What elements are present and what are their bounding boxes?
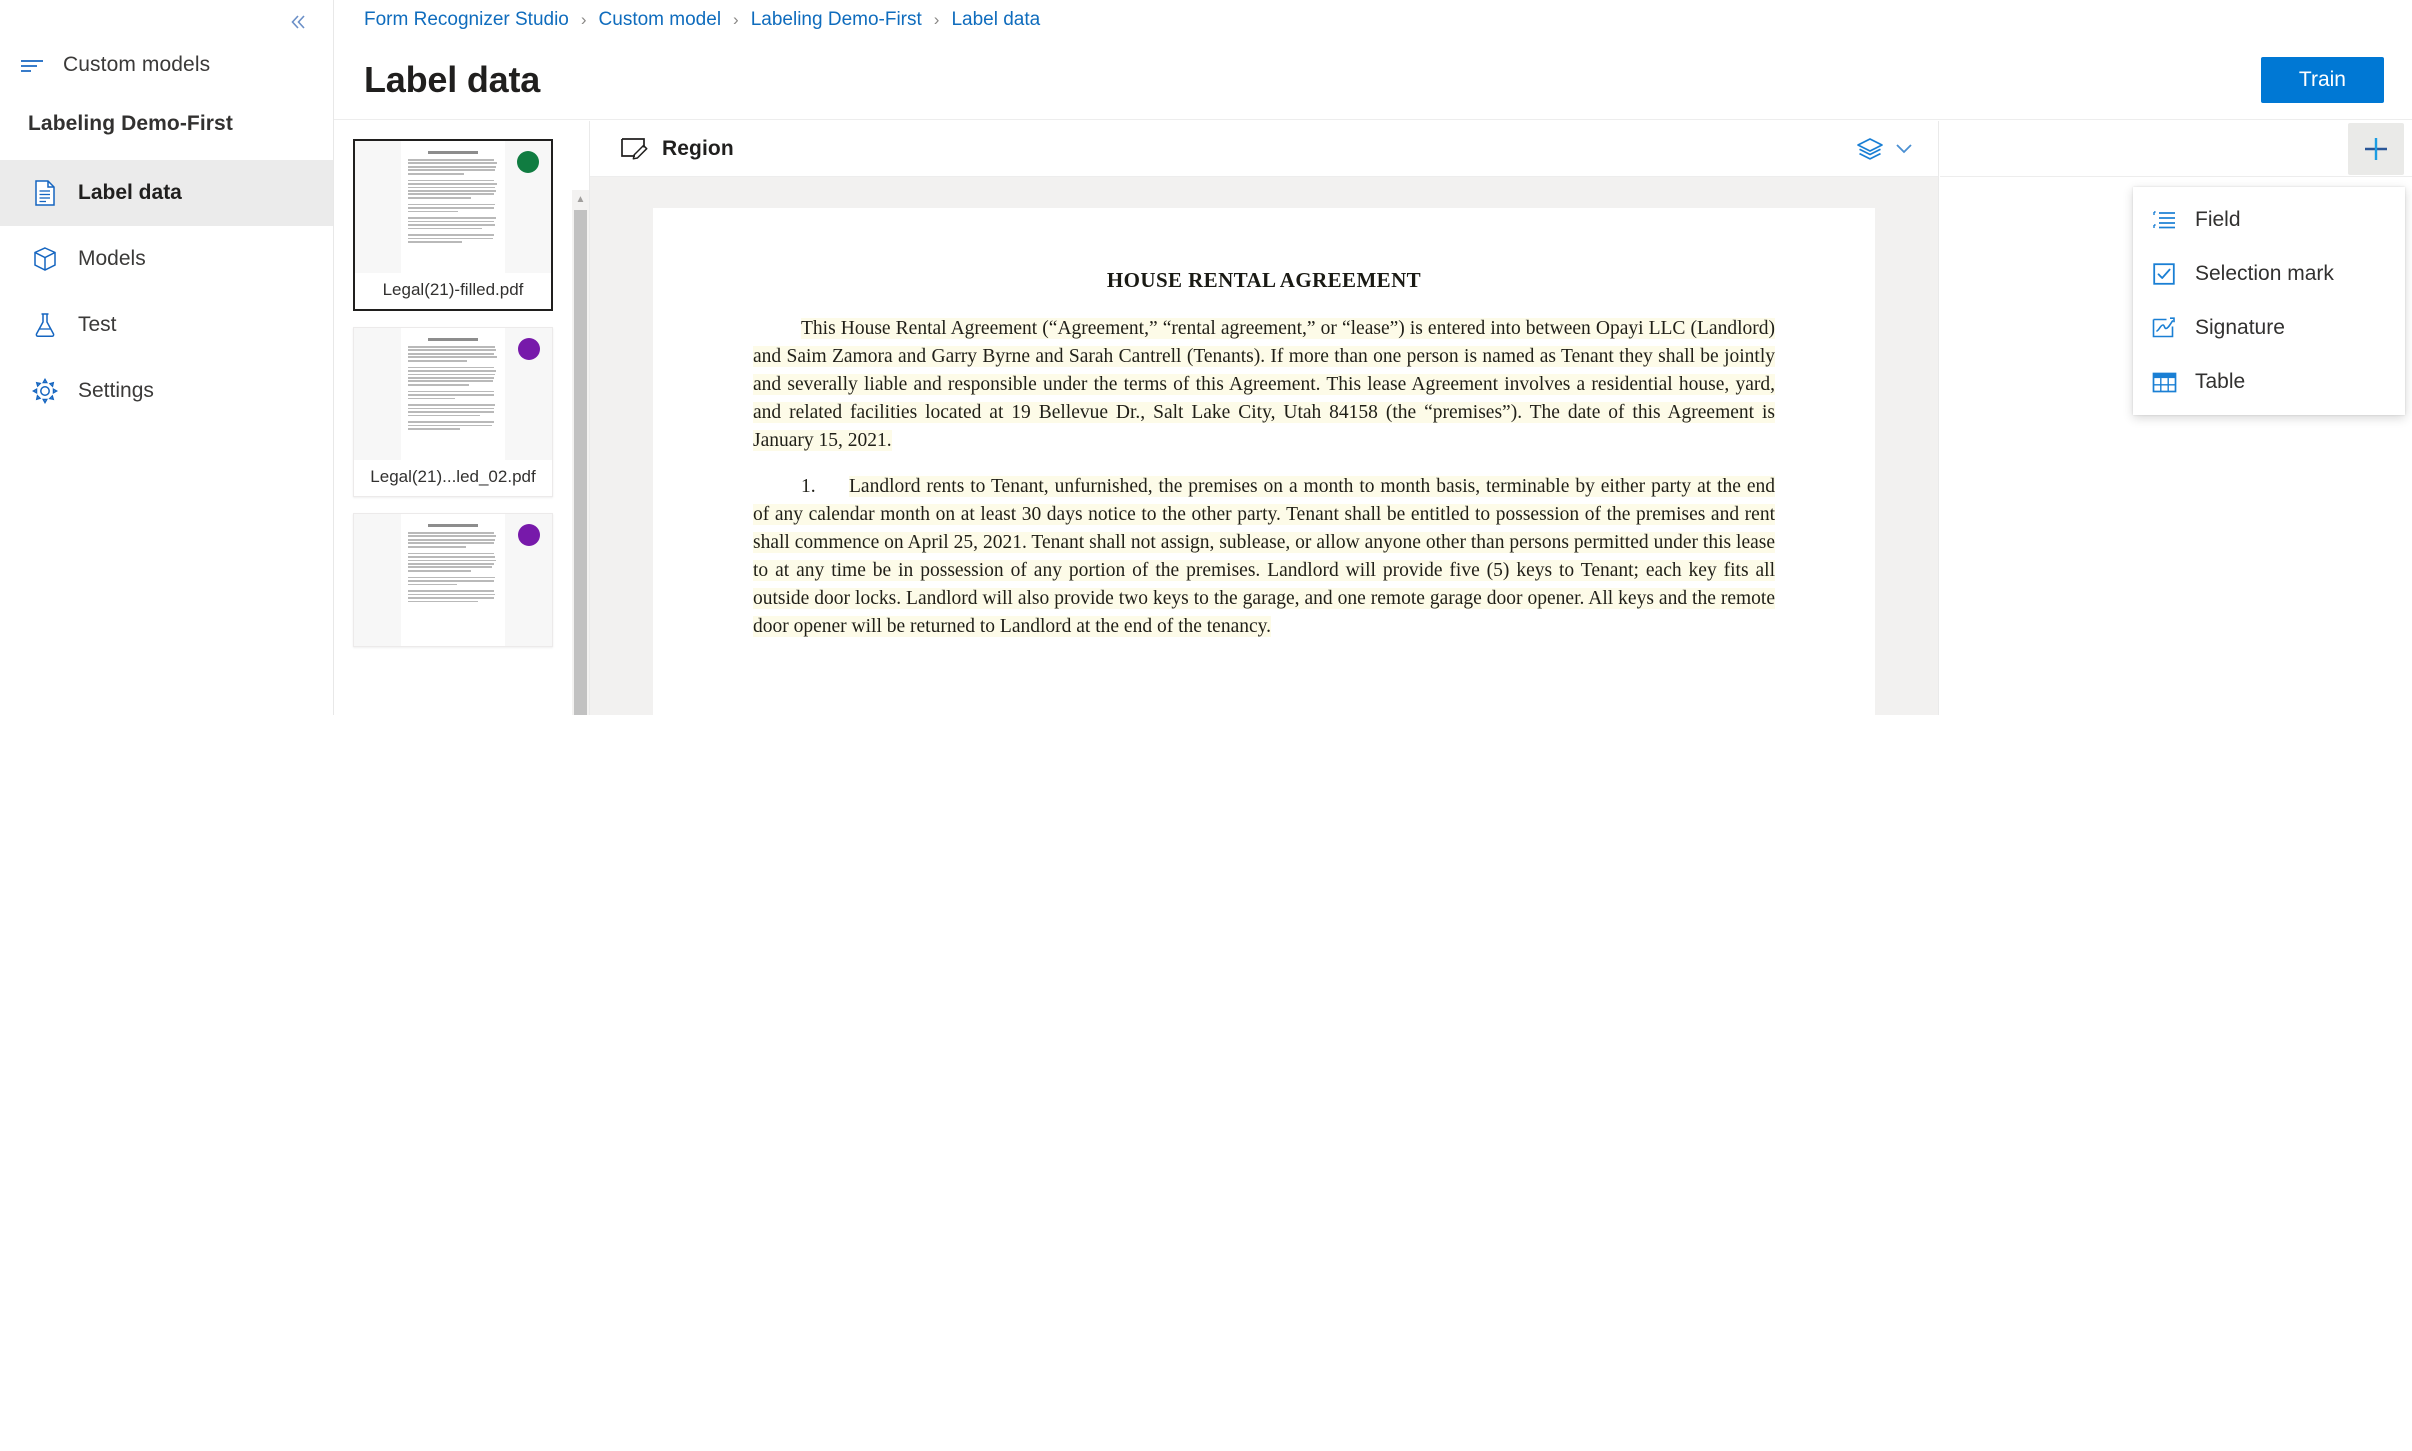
menu-item-selection-mark[interactable]: Selection mark	[2133, 247, 2405, 301]
custom-models-nav[interactable]: Custom models	[0, 44, 333, 86]
document-clause: 1. Landlord rents to Tenant, unfurnished,…	[753, 473, 1775, 641]
region-tool-label: Region	[662, 136, 734, 160]
breadcrumb-item-0[interactable]: Form Recognizer Studio	[364, 9, 569, 31]
sidebar-item-models[interactable]: Models	[0, 226, 333, 292]
breadcrumb-item-2[interactable]: Labeling Demo-First	[751, 9, 922, 31]
chevron-down-icon	[1892, 140, 1916, 158]
page-header: Label data Train	[334, 40, 2412, 120]
thumbnail-scrollbar[interactable]: ▲	[572, 190, 589, 715]
left-sidebar: Custom models Labeling Demo-First Label …	[0, 0, 334, 715]
page-title: Label data	[364, 58, 541, 100]
label-panel-toolbar	[1940, 121, 2412, 177]
form-recognizer-studio-app: Custom models Labeling Demo-First Label …	[0, 0, 2412, 1451]
scrollbar-thumb[interactable]	[574, 210, 587, 715]
signature-icon	[2151, 315, 2177, 341]
document-viewer: Region HOUSE RENTAL AGREEMENT This House…	[589, 121, 1939, 715]
sidebar-item-settings[interactable]: Settings	[0, 358, 333, 424]
flask-beaker-icon	[32, 312, 58, 338]
thumbnail-list: Legal(21)-filled.pdf Legal(21)...led_02.…	[335, 121, 585, 647]
thumbnail-status-dot	[518, 524, 540, 546]
layers-dropdown[interactable]	[1856, 136, 1916, 162]
menu-item-table[interactable]: Table	[2133, 355, 2405, 409]
thumbnail-item[interactable]	[353, 513, 553, 647]
sidebar-collapse-row	[0, 0, 333, 44]
document-paragraph: This House Rental Agreement (“Agreement,…	[753, 318, 1775, 451]
add-label-menu[interactable]: Field Selection mark Signature Table	[2133, 187, 2405, 415]
thumbnail-preview	[354, 514, 552, 646]
clause-number: 1.	[801, 476, 816, 497]
thumbnail-page-render	[401, 514, 505, 646]
menu-item-label: Signature	[2195, 316, 2285, 339]
menu-item-field[interactable]: Field	[2133, 193, 2405, 247]
region-draw-icon	[620, 136, 648, 162]
custom-models-label: Custom models	[63, 53, 211, 76]
sidebar-item-test[interactable]: Test	[0, 292, 333, 358]
thumbnail-file-name: Legal(21)-filled.pdf	[355, 273, 551, 309]
thumbnail-status-dot	[517, 151, 539, 173]
plus-icon	[2361, 134, 2391, 164]
menu-item-label: Selection mark	[2195, 262, 2334, 285]
layers-icon	[1856, 136, 1884, 162]
chevron-right-icon: ›	[933, 10, 940, 29]
sidebar-item-label: Settings	[78, 379, 154, 402]
sidebar-item-label: Models	[78, 247, 146, 270]
sidebar-item-label: Label data	[78, 181, 182, 204]
chevron-double-left-icon[interactable]	[281, 7, 315, 37]
chevron-right-icon: ›	[580, 10, 587, 29]
caret-up-icon[interactable]: ▲	[572, 190, 589, 208]
package-box-icon	[32, 246, 58, 272]
menu-item-label: Field	[2195, 208, 2241, 231]
thumbnail-page-render	[401, 141, 505, 273]
breadcrumb-item-3[interactable]: Label data	[951, 9, 1040, 31]
gear-icon	[32, 378, 58, 404]
thumbnail-page-render	[401, 328, 505, 460]
menu-item-signature[interactable]: Signature	[2133, 301, 2405, 355]
thumbnail-preview	[355, 141, 551, 273]
document-canvas[interactable]: HOUSE RENTAL AGREEMENT This House Rental…	[590, 177, 1938, 715]
hamburger-menu-icon	[20, 55, 46, 75]
thumbnail-preview	[354, 328, 552, 460]
thumbnail-item[interactable]: Legal(21)...led_02.pdf	[353, 327, 553, 497]
document-thumbnail-rail[interactable]: Legal(21)-filled.pdf Legal(21)...led_02.…	[335, 121, 585, 715]
document-title: HOUSE RENTAL AGREEMENT	[1106, 268, 1422, 292]
document-icon	[32, 180, 58, 206]
checkbox-checked-icon	[2151, 261, 2177, 287]
table-grid-icon	[2151, 369, 2177, 395]
train-button[interactable]: Train	[2260, 56, 2384, 103]
chevron-right-icon: ›	[733, 10, 739, 29]
thumbnail-status-dot	[518, 338, 540, 360]
project-name: Labeling Demo-First	[28, 112, 233, 135]
region-tool[interactable]: Region	[620, 136, 734, 162]
breadcrumb: Form Recognizer Studio › Custom model › …	[334, 0, 2412, 40]
thumbnail-file-name: Legal(21)...led_02.pdf	[354, 460, 552, 496]
field-list-icon	[2151, 207, 2177, 233]
viewer-toolbar: Region	[590, 121, 1938, 177]
thumbnail-item[interactable]: Legal(21)-filled.pdf	[353, 139, 553, 311]
sidebar-item-label: Test	[78, 313, 117, 336]
menu-item-label: Table	[2195, 370, 2246, 393]
add-label-button[interactable]	[2348, 122, 2404, 175]
breadcrumb-item-1[interactable]: Custom model	[599, 9, 722, 31]
clause-text: Landlord rents to Tenant, unfurnished, t…	[753, 476, 1775, 637]
sidebar-item-label-data[interactable]: Label data	[0, 160, 333, 226]
document-page[interactable]: HOUSE RENTAL AGREEMENT This House Rental…	[653, 208, 1875, 715]
